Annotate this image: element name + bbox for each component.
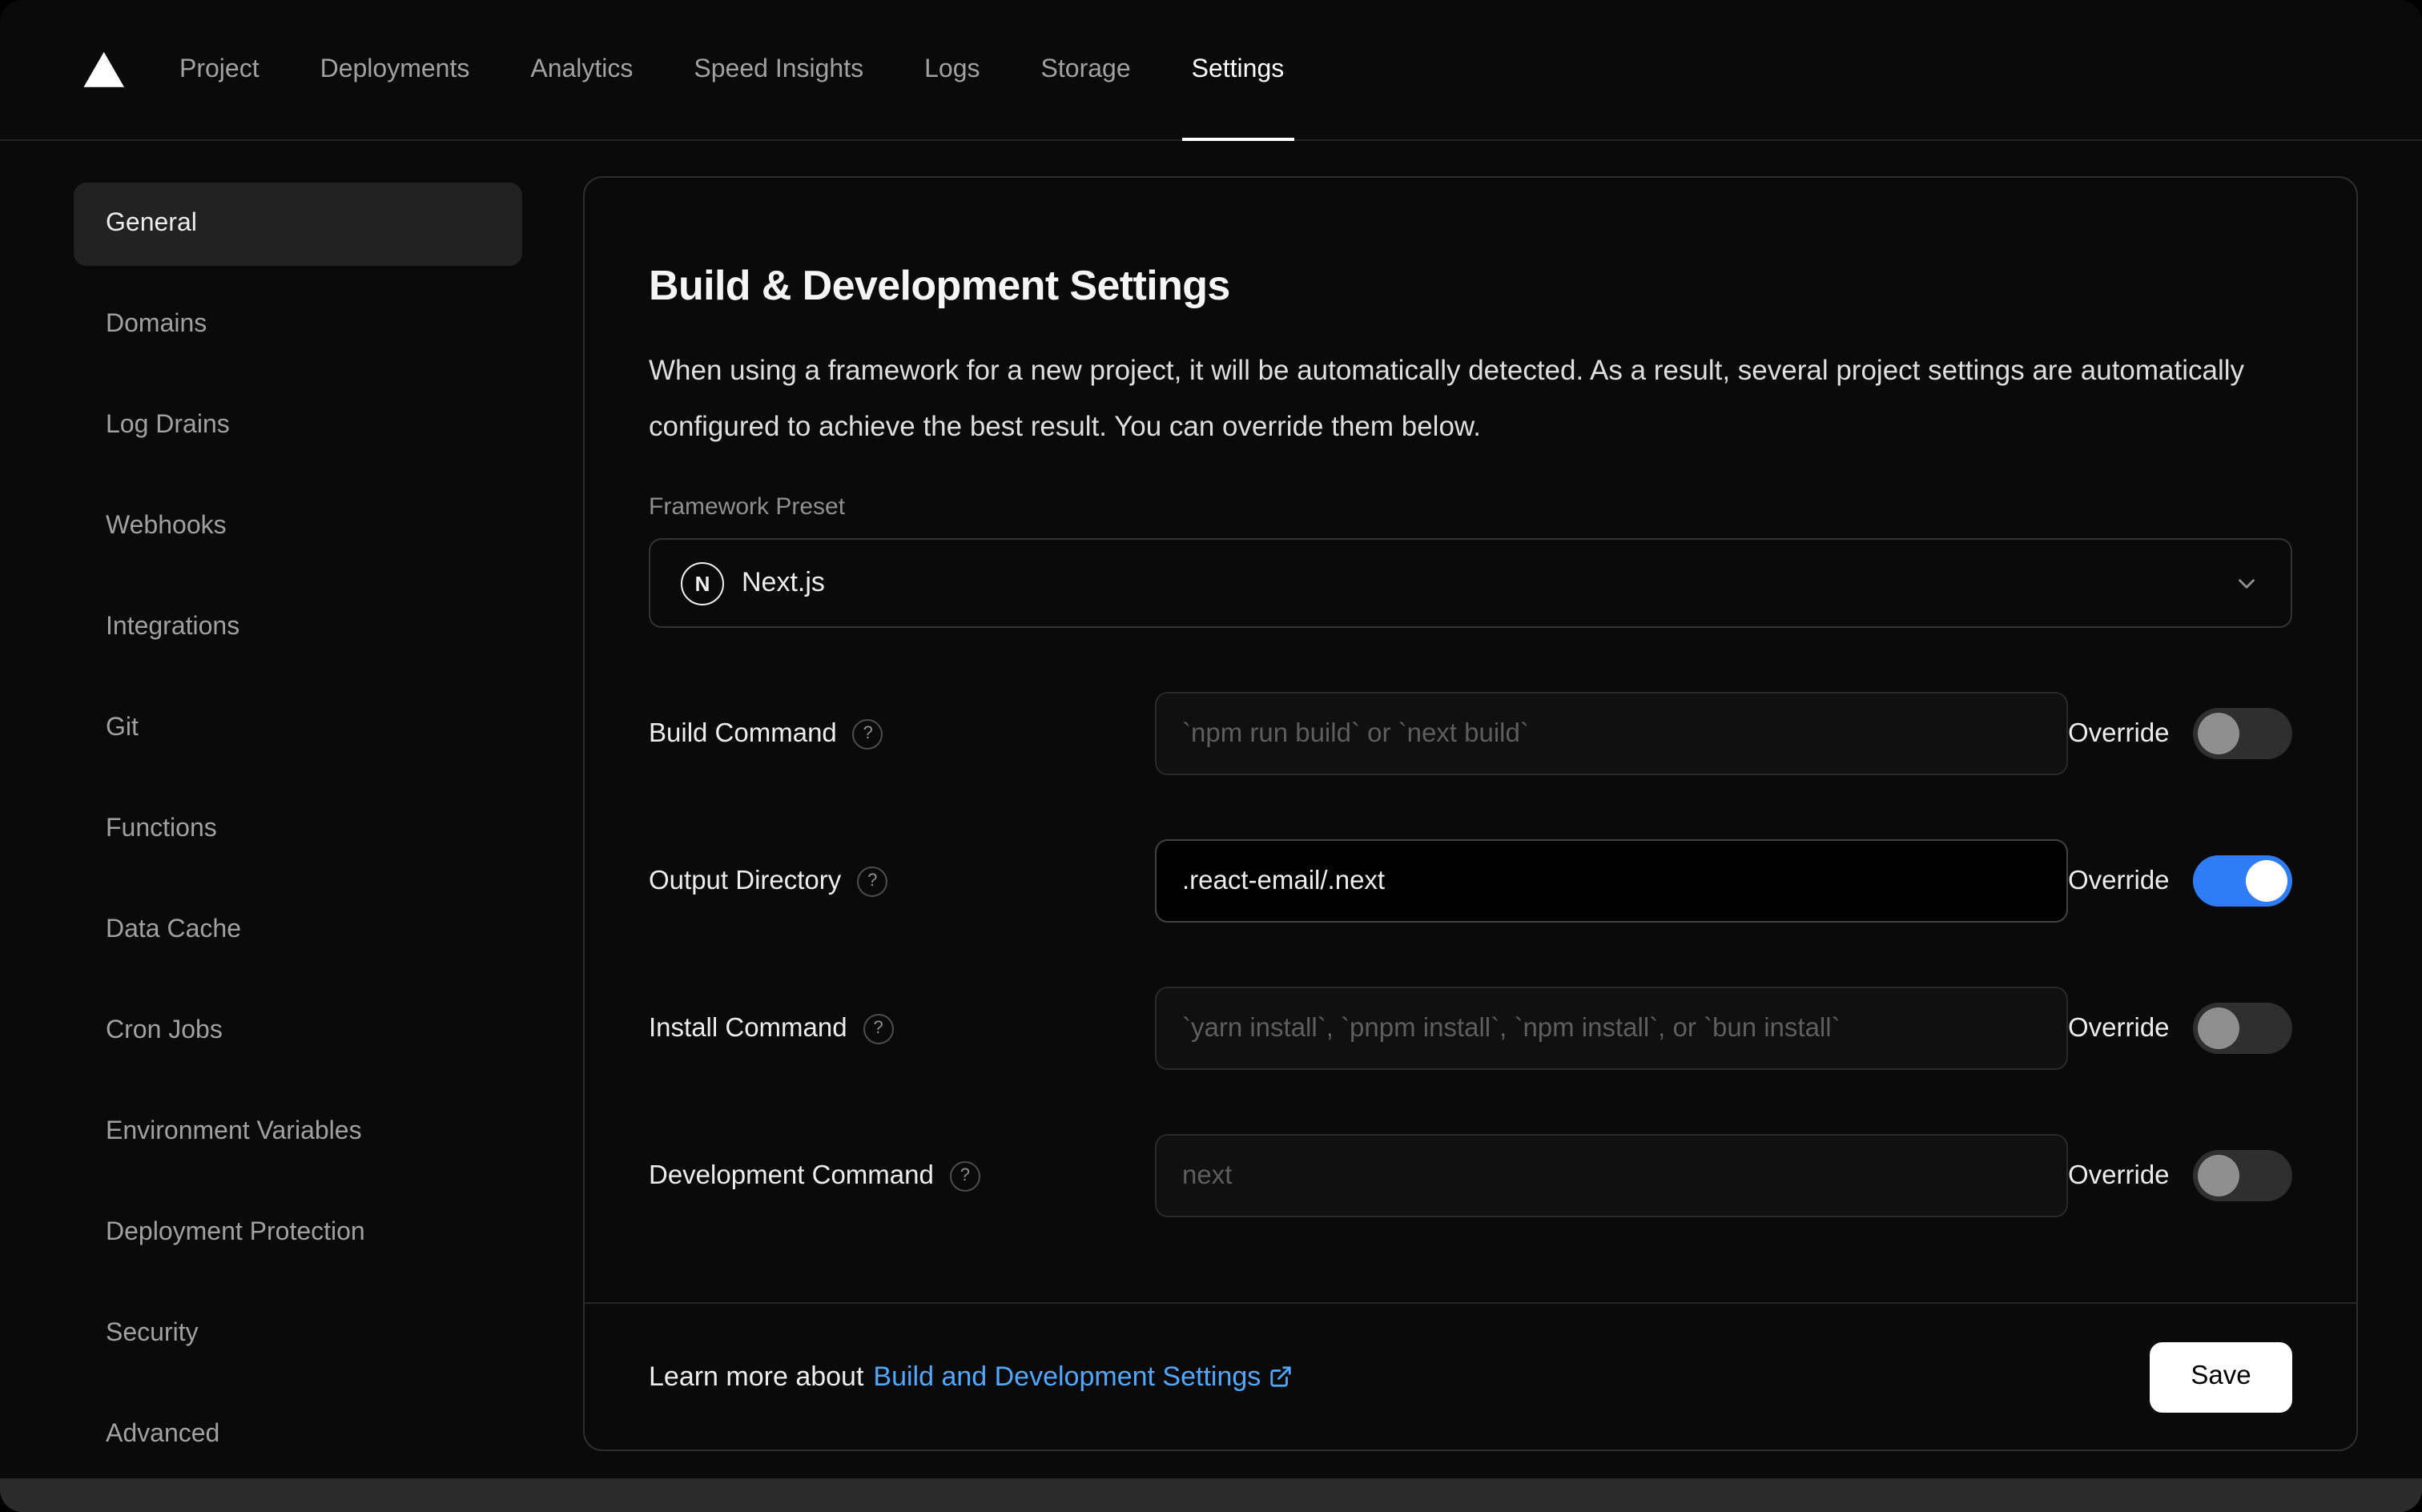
sidebar-item-advanced[interactable]: Advanced (74, 1393, 522, 1477)
override-label: Override (2068, 866, 2170, 895)
nav-items: Project Deployments Analytics Speed Insi… (179, 0, 1293, 141)
framework-preset-label: Framework Preset (649, 493, 846, 521)
learn-more-text: Learn more about Build and Development S… (649, 1361, 1293, 1393)
output-directory-override: Override (2068, 855, 2293, 907)
vercel-settings-window: Project Deployments Analytics Speed Insi… (0, 0, 2422, 1512)
help-icon[interactable]: ? (949, 1160, 980, 1191)
sidebar-item-cron-jobs[interactable]: Cron Jobs (74, 990, 522, 1073)
card-description: When using a framework for a new project… (649, 354, 2245, 442)
settings-sidebar: General Domains Log Drains Webhooks Inte… (0, 176, 522, 1494)
sidebar-item-integrations[interactable]: Integrations (74, 586, 522, 670)
build-command-label: Build Command ? (649, 718, 1155, 749)
install-command-override: Override (2068, 1003, 2293, 1054)
page-title: Build & Development Settings (649, 261, 1230, 309)
sidebar-item-domains[interactable]: Domains (74, 284, 522, 367)
help-icon[interactable]: ? (852, 718, 883, 749)
sidebar-item-deployment-protection[interactable]: Deployment Protection (74, 1192, 522, 1275)
development-command-row: Development Command ? Override (649, 1134, 2293, 1217)
nav-tab-speed-insights[interactable]: Speed Insights (694, 0, 863, 139)
toggle-knob (2246, 860, 2288, 902)
help-icon[interactable]: ? (863, 1013, 894, 1044)
card-main: Build & Development Settings When using … (585, 178, 2357, 1302)
nextjs-logo-icon: N (681, 561, 724, 605)
external-link-icon (1270, 1366, 1291, 1387)
top-nav: Project Deployments Analytics Speed Insi… (0, 0, 2422, 141)
development-command-label: Development Command ? (649, 1160, 1155, 1191)
build-command-override: Override (2068, 708, 2293, 759)
build-command-input (1155, 692, 2068, 775)
nav-tab-deployments[interactable]: Deployments (320, 0, 470, 139)
sidebar-item-general[interactable]: General (74, 183, 522, 266)
build-command-row: Build Command ? Override (649, 692, 2293, 775)
override-label: Override (2068, 1160, 2170, 1189)
card-footer: Learn more about Build and Development S… (585, 1302, 2357, 1450)
sidebar-item-data-cache[interactable]: Data Cache (74, 889, 522, 972)
window-bottom-bar (0, 1478, 2422, 1512)
sidebar-item-functions[interactable]: Functions (74, 788, 522, 871)
nav-tab-settings[interactable]: Settings (1181, 0, 1293, 141)
sidebar-item-log-drains[interactable]: Log Drains (74, 384, 522, 468)
build-settings-card: Build & Development Settings When using … (583, 176, 2359, 1451)
framework-preset-select[interactable]: N Next.js (649, 538, 2293, 628)
development-command-override: Override (2068, 1150, 2293, 1201)
help-icon[interactable]: ? (857, 866, 888, 896)
docs-link-label: Build and Development Settings (873, 1361, 1261, 1391)
save-button[interactable]: Save (2149, 1341, 2293, 1412)
install-command-row: Install Command ? Override (649, 987, 2293, 1070)
override-label: Override (2068, 718, 2170, 747)
output-directory-label-text: Output Directory (649, 866, 842, 895)
nav-tab-project[interactable]: Project (179, 0, 260, 139)
toggle-knob (2198, 713, 2240, 754)
install-command-label: Install Command ? (649, 1013, 1155, 1044)
vercel-logo-icon[interactable] (83, 51, 125, 88)
build-command-label-text: Build Command (649, 718, 837, 747)
install-command-input (1155, 987, 2068, 1070)
framework-preset-value: Next.js (742, 567, 825, 597)
settings-content: General Domains Log Drains Webhooks Inte… (0, 141, 2422, 1494)
sidebar-item-security[interactable]: Security (74, 1293, 522, 1376)
nav-tab-analytics[interactable]: Analytics (530, 0, 633, 139)
sidebar-item-git[interactable]: Git (74, 687, 522, 770)
command-rows: Build Command ? Override (649, 692, 2293, 1217)
sidebar-item-environment-variables[interactable]: Environment Variables (74, 1091, 522, 1174)
override-label: Override (2068, 1013, 2170, 1042)
output-directory-row: Output Directory ? Override (649, 839, 2293, 923)
build-command-override-toggle[interactable] (2193, 708, 2293, 759)
nav-tab-storage[interactable]: Storage (1041, 0, 1131, 139)
install-command-override-toggle[interactable] (2193, 1003, 2293, 1054)
toggle-knob (2198, 1007, 2240, 1049)
install-command-label-text: Install Command (649, 1013, 847, 1042)
build-settings-docs-link[interactable]: Build and Development Settings (873, 1361, 1293, 1393)
nav-tab-logs[interactable]: Logs (924, 0, 980, 139)
chevron-down-icon (2234, 569, 2261, 597)
development-command-input (1155, 1134, 2068, 1217)
development-command-label-text: Development Command (649, 1160, 934, 1189)
output-directory-label: Output Directory ? (649, 866, 1155, 896)
output-directory-override-toggle[interactable] (2193, 855, 2293, 907)
development-command-override-toggle[interactable] (2193, 1150, 2293, 1201)
learn-more-prefix: Learn more about (649, 1361, 864, 1391)
toggle-knob (2198, 1155, 2240, 1196)
sidebar-item-webhooks[interactable]: Webhooks (74, 485, 522, 569)
output-directory-input[interactable] (1155, 839, 2068, 923)
